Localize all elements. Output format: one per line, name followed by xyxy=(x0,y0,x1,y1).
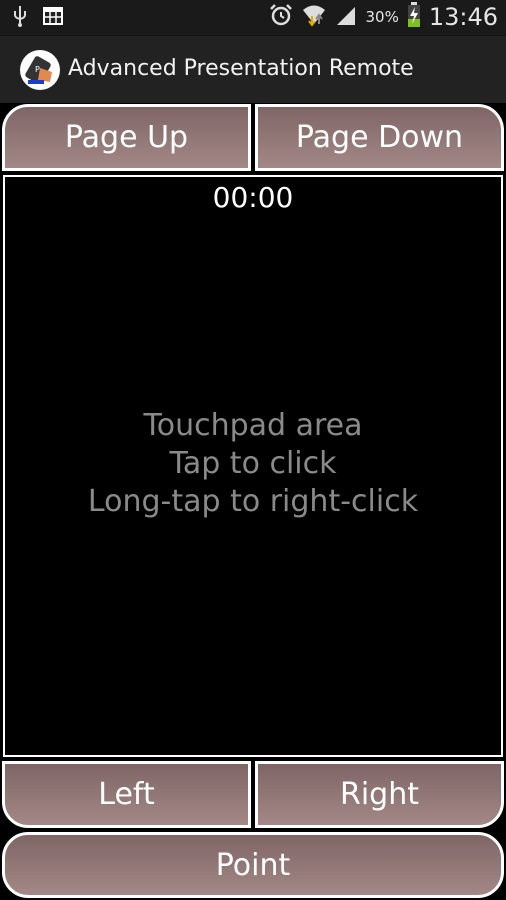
status-bar: 30% 13:46 xyxy=(0,0,506,35)
touchpad-instruction-line: Long-tap to right-click xyxy=(87,484,419,519)
right-click-button[interactable]: Right xyxy=(255,761,504,828)
page-down-button[interactable]: Page Down xyxy=(255,104,504,171)
page-up-button[interactable]: Page Up xyxy=(2,104,251,171)
app-logo-icon[interactable]: P xyxy=(20,50,60,90)
left-click-button[interactable]: Left xyxy=(2,761,251,828)
point-button[interactable]: Point xyxy=(2,832,504,898)
battery-percent: 30% xyxy=(365,8,399,26)
battery-charging-icon xyxy=(407,2,421,32)
touchpad-instructions: Touchpad area Tap to click Long-tap to r… xyxy=(5,407,501,521)
action-bar: P Advanced Presentation Remote xyxy=(0,35,506,103)
clock: 13:46 xyxy=(428,3,498,31)
usb-icon xyxy=(12,5,28,31)
svg-text:P: P xyxy=(35,65,40,74)
app-title: Advanced Presentation Remote xyxy=(68,56,414,81)
touchpad-instruction-line: Touchpad area xyxy=(143,408,363,443)
wifi-icon xyxy=(301,2,327,32)
signal-icon xyxy=(335,4,357,30)
touchpad-area[interactable]: 00:00 Touchpad area Tap to click Long-ta… xyxy=(3,175,503,757)
presentation-timer: 00:00 xyxy=(212,181,294,214)
alarm-icon xyxy=(269,3,293,31)
touchpad-instruction-line: Tap to click xyxy=(169,446,337,481)
calendar-grid-icon xyxy=(42,6,64,30)
